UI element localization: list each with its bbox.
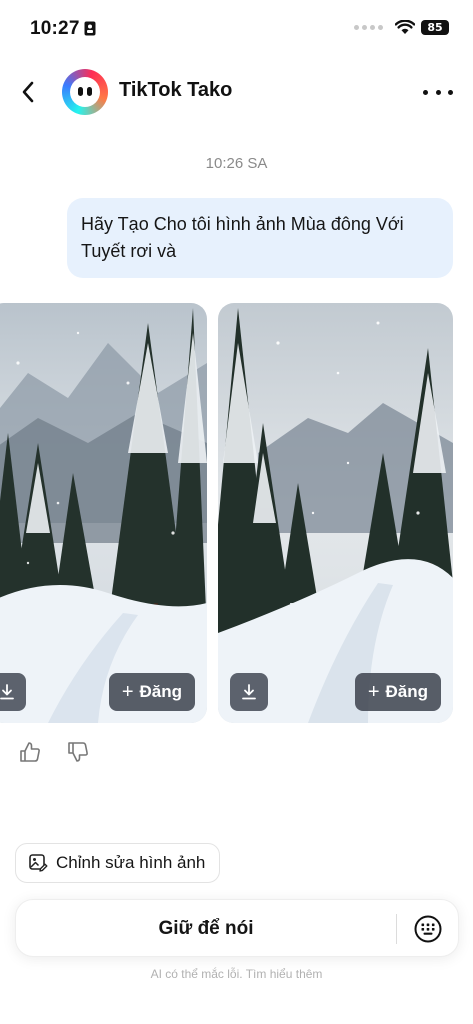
edit-image-label: Chỉnh sửa hình ảnh (56, 853, 206, 872)
status-time: 10:27 (30, 18, 80, 39)
more-icon (423, 89, 428, 95)
post-button[interactable]: + Đăng (354, 673, 441, 711)
chat-title[interactable]: TikTok Tako (119, 79, 232, 102)
chat-header: TikTok Tako (0, 64, 473, 120)
download-button[interactable] (230, 673, 268, 711)
download-button[interactable] (0, 673, 26, 711)
user-message-bubble[interactable]: Hãy Tạo Cho tôi hình ảnh Mùa đông Với Tu… (67, 198, 453, 278)
back-button[interactable] (14, 76, 42, 108)
back-icon (22, 81, 34, 103)
edit-image-chip[interactable]: Chỉnh sửa hình ảnh (15, 843, 221, 883)
battery-icon: 85 (421, 20, 449, 35)
ai-disclaimer[interactable]: AI có thể mắc lỗi. Tìm hiểu thêm (0, 967, 473, 981)
thumbs-down-icon[interactable] (66, 740, 90, 764)
hold-to-talk-button[interactable]: Giữ để nói (16, 900, 396, 958)
status-indicators: 85 (354, 20, 449, 35)
download-icon (242, 684, 256, 700)
id-card-icon (84, 21, 96, 36)
more-button[interactable] (423, 80, 453, 104)
winter-scene-image (218, 303, 453, 723)
post-button[interactable]: + Đăng (108, 673, 195, 711)
message-timestamp: 10:26 SA (205, 155, 268, 172)
download-icon (0, 684, 14, 700)
edit-image-icon (29, 854, 48, 872)
winter-scene-image (0, 303, 207, 723)
generated-image-2[interactable]: + Đăng (218, 303, 453, 723)
feedback-actions (18, 740, 90, 764)
tako-avatar[interactable] (62, 69, 108, 115)
post-label: Đăng (385, 682, 429, 701)
voice-input-bar[interactable]: Giữ để nói (15, 899, 459, 957)
input-divider (396, 914, 397, 944)
status-bar: 10:27 85 (0, 0, 473, 56)
keyboard-icon[interactable] (413, 914, 443, 944)
post-label: Đăng (139, 682, 183, 701)
signal-icon (354, 25, 383, 30)
wifi-icon (395, 20, 415, 34)
thumbs-up-icon[interactable] (18, 740, 42, 764)
plus-icon: + (367, 681, 380, 703)
generated-image-1[interactable]: + Đăng (0, 303, 207, 723)
plus-icon: + (121, 681, 134, 703)
